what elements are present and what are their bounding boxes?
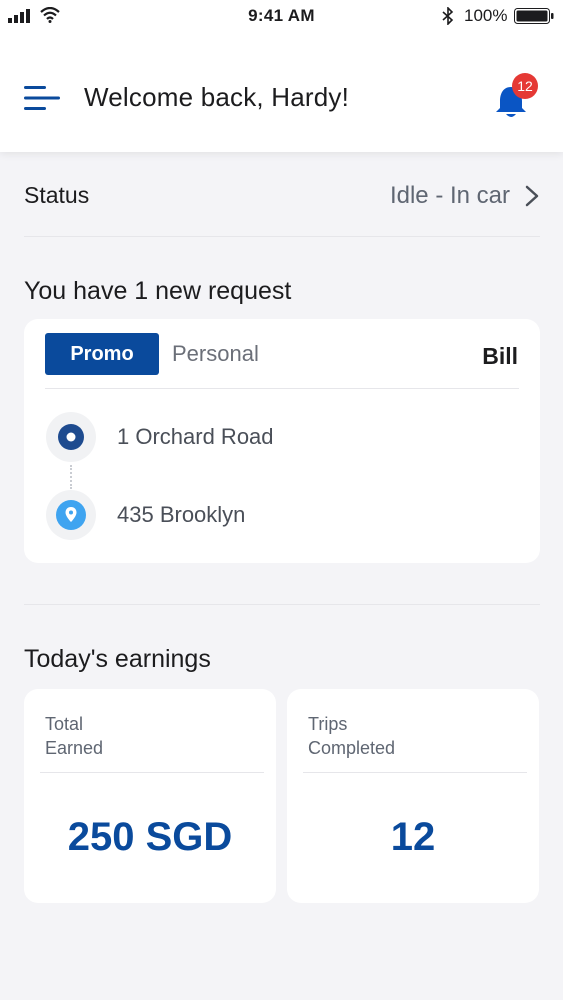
divider [40,772,264,773]
menu-icon[interactable] [24,84,62,112]
trips-completed-label: Trips Completed [308,714,396,758]
trips-completed-card: Trips Completed 12 [287,689,539,903]
tab-promo[interactable]: Promo [45,333,159,375]
status-bar: 9:41 AM 100% [0,0,563,32]
chevron-right-icon [525,185,539,207]
request-section-title: You have 1 new request [24,277,292,305]
bluetooth-icon [442,7,454,25]
battery-percent: 100% [464,6,508,25]
divider [303,772,527,773]
request-card[interactable]: Promo Personal Bill 1 Orchard Road 435 B… [24,319,540,563]
status-value: Idle - In car [389,182,510,209]
payment-type: Bill [482,343,518,369]
welcome-title: Welcome back, Hardy! [84,82,350,112]
total-earned-value: 250 SGD [67,815,233,859]
divider [24,604,540,605]
pickup-icon [46,412,96,462]
notification-badge: 12 [512,73,538,99]
pickup-address: 1 Orchard Road [117,424,274,449]
trips-completed-value: 12 [390,815,436,859]
divider [45,388,519,389]
earnings-section-title: Today's earnings [24,645,211,673]
status-row[interactable]: Status Idle - In car [24,180,540,212]
app-header: 9:41 AM 100% Welcome back, Hardy! 12 [0,0,563,152]
dropoff-address: 435 Brooklyn [117,502,246,527]
status-label: Status [24,182,90,208]
tab-personal[interactable]: Personal [172,341,259,367]
battery-icon [514,8,554,24]
total-earned-card: Total Earned 250 SGD [24,689,276,903]
divider [24,236,540,237]
route-connector [70,465,72,489]
total-earned-label: Total Earned [45,714,104,758]
location-pin-icon [46,490,96,540]
